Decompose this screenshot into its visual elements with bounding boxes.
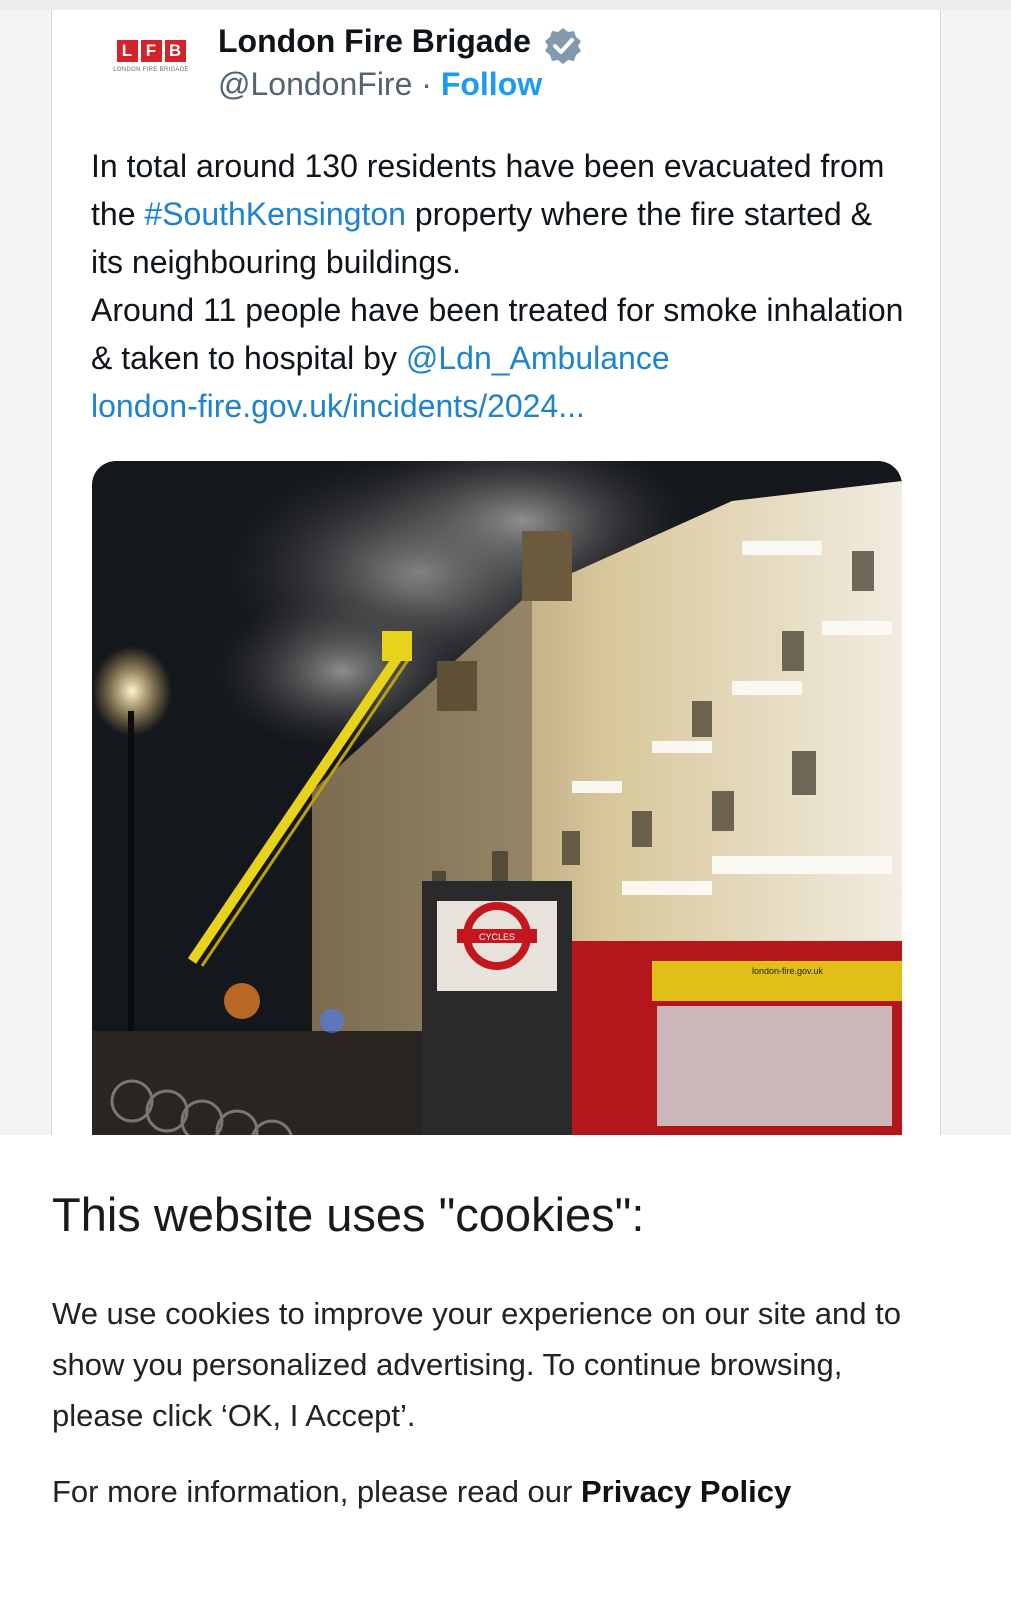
incident-link[interactable]: london-fire.gov.uk/incidents/2024... [91,388,585,424]
author-name[interactable]: London Fire Brigade [218,23,531,60]
mention-link[interactable]: @Ldn_Ambulance [406,340,670,376]
logo-subtitle: LONDON FIRE BRIGADE [113,67,189,73]
vehicle-livery-text: london-fire.gov.uk [752,966,823,976]
page-top-bar [0,0,1011,10]
embedded-tweet: L F B LONDON FIRE BRIGADE London Fire Br… [51,10,941,1161]
cookie-more-info-text: For more information, please read our [52,1474,581,1509]
author-handle[interactable]: @LondonFire [218,66,412,102]
tweet-paragraph-1: In total around 130 residents have been … [91,142,911,286]
tweet-photo[interactable]: CYCLES london-fire.gov.uk [92,461,902,1161]
follow-button[interactable]: Follow [441,66,542,102]
tweet-text: In total around 130 residents have been … [91,142,911,430]
privacy-policy-link[interactable]: Privacy Policy [581,1474,791,1509]
logo-letter-b: B [164,40,186,62]
logo-letter-l: L [116,40,138,62]
cookie-banner: This website uses "cookies": We use cook… [0,1135,1011,1600]
avatar[interactable]: L F B LONDON FIRE BRIGADE [104,40,198,92]
cookie-title: This website uses "cookies": [52,1188,645,1241]
cookie-body: We use cookies to improve your experienc… [52,1296,901,1433]
fire-scene-image: CYCLES london-fire.gov.uk [92,461,902,1161]
logo-letter-f: F [140,40,162,62]
verified-badge-icon [545,28,581,64]
tweet-paragraph-2: Around 11 people have been treated for s… [91,286,911,430]
cycles-sign-text: CYCLES [479,932,515,942]
hashtag-link[interactable]: #SouthKensington [144,196,406,232]
cookie-more-info: For more information, please read our Pr… [52,1466,791,1517]
handle-row: @LondonFire · Follow [218,66,542,103]
lfb-logo: L F B [116,40,186,62]
separator-dot: · [421,66,432,102]
